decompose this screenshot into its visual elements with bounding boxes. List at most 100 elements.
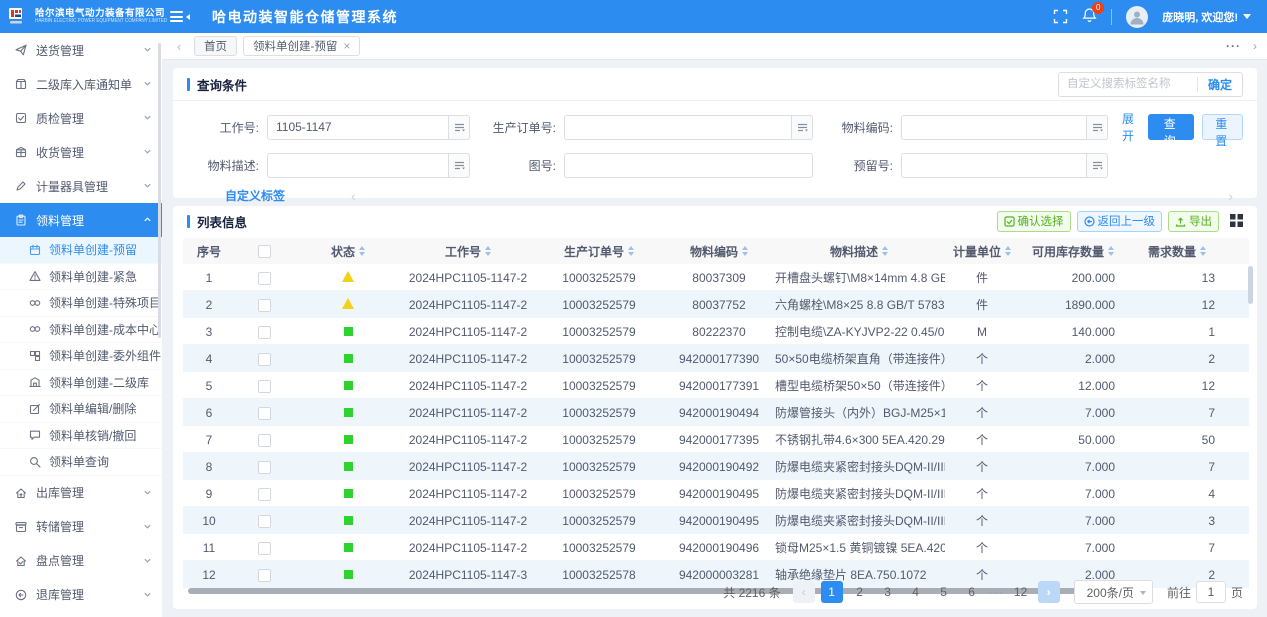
sidebar-item[interactable]: 出库管理 — [0, 476, 162, 510]
page-button-12[interactable]: 12 — [1010, 581, 1032, 603]
custom-tag-name-input[interactable] — [1059, 73, 1197, 96]
col-header-status[interactable]: 状态 — [293, 243, 403, 260]
work-no-input[interactable] — [267, 115, 449, 140]
row-checkbox[interactable] — [258, 380, 271, 393]
prev-page-icon[interactable]: ‹ — [793, 581, 815, 603]
reserve-no-list-icon[interactable] — [1087, 153, 1108, 178]
table-row[interactable]: 102024HPC1105-1147-210003252579942000190… — [183, 507, 1249, 534]
row-checkbox[interactable] — [258, 407, 271, 420]
search-button[interactable]: 查 询 — [1148, 114, 1193, 140]
back-up-level-button[interactable]: 返回上一级 — [1077, 211, 1163, 232]
sidebar-subitem[interactable]: 领料单创建-预留 — [0, 237, 162, 264]
row-checkbox[interactable] — [258, 299, 271, 312]
confirm-select-button[interactable]: 确认选择 — [997, 211, 1071, 232]
order-no-list-icon[interactable] — [792, 115, 813, 140]
column-settings-icon[interactable] — [1229, 213, 1245, 229]
sidebar-item[interactable]: 转储管理 — [0, 510, 162, 544]
sidebar-subitem[interactable]: 领料单创建-委外组件 — [0, 343, 162, 370]
sidebar-item[interactable]: 领料管理 — [0, 203, 162, 237]
row-checkbox[interactable] — [258, 353, 271, 366]
tabs-scroll-left-icon[interactable]: ‹ — [170, 39, 188, 54]
pages-ellipsis[interactable]: ··· — [989, 585, 1004, 599]
material-code-list-icon[interactable] — [1087, 115, 1108, 140]
sidebar-scrollbar[interactable] — [158, 43, 161, 338]
page-button-3[interactable]: 3 — [877, 581, 899, 603]
avatar[interactable] — [1126, 6, 1148, 28]
next-page-icon[interactable]: › — [1038, 581, 1060, 603]
col-header-work-no[interactable]: 工作号 — [403, 243, 533, 260]
table-row[interactable]: 92024HPC1105-1147-2100032525799420001904… — [183, 480, 1249, 507]
row-checkbox[interactable] — [258, 515, 271, 528]
sidebar-item[interactable]: 送货管理 — [0, 33, 162, 67]
material-desc-list-icon[interactable] — [449, 153, 470, 178]
sidebar-subitem[interactable]: 领料单创建-二级库 — [0, 370, 162, 397]
row-checkbox[interactable] — [258, 326, 271, 339]
sidebar-item[interactable]: 质检管理 — [0, 101, 162, 135]
table-row[interactable]: 112024HPC1105-1147-210003252579942000190… — [183, 534, 1249, 561]
tab-material-request-reserve[interactable]: 领料单创建-预留 × — [243, 36, 360, 56]
page-button-5[interactable]: 5 — [933, 581, 955, 603]
table-row[interactable]: 12024HPC1105-1147-21000325257980037309开槽… — [183, 264, 1249, 291]
sidebar-subitem[interactable]: 领料单查询 — [0, 449, 162, 476]
export-button[interactable]: 导出 — [1168, 211, 1219, 232]
sidebar-item[interactable]: 退库管理 — [0, 578, 162, 612]
expand-link[interactable]: 展开 — [1122, 110, 1136, 144]
page-button-6[interactable]: 6 — [961, 581, 983, 603]
table-row[interactable]: 72024HPC1105-1147-2100032525799420001773… — [183, 426, 1249, 453]
tags-scroll-left-icon[interactable]: ‹ — [351, 188, 356, 204]
tabs-more-icon[interactable]: ··· — [1226, 39, 1241, 53]
sidebar-item[interactable]: 计量器具管理 — [0, 169, 162, 203]
work-no-list-icon[interactable] — [449, 115, 470, 140]
row-checkbox[interactable] — [258, 542, 271, 555]
page-button-4[interactable]: 4 — [905, 581, 927, 603]
sort-icon[interactable] — [628, 246, 634, 256]
drawing-no-input[interactable] — [564, 153, 813, 178]
sort-icon[interactable] — [1200, 246, 1206, 256]
sidebar-subitem[interactable]: 领料单创建-成本中心 — [0, 317, 162, 344]
table-row[interactable]: 52024HPC1105-1147-2100032525799420001773… — [183, 372, 1249, 399]
row-checkbox[interactable] — [258, 569, 271, 582]
sidebar-subitem[interactable]: 领料单编辑/删除 — [0, 396, 162, 423]
row-checkbox[interactable] — [258, 461, 271, 474]
reserve-no-input[interactable] — [901, 153, 1087, 178]
sidebar-collapse-icon[interactable] — [170, 11, 190, 22]
sidebar-item[interactable]: 收货管理 — [0, 135, 162, 169]
sort-icon[interactable] — [1005, 246, 1011, 256]
user-greeting[interactable]: 庞晓明, 欢迎您! — [1162, 9, 1251, 25]
page-button-2[interactable]: 2 — [849, 581, 871, 603]
sort-icon[interactable] — [742, 246, 748, 256]
sort-icon[interactable] — [1108, 246, 1114, 256]
sidebar-item[interactable]: 二级库入库通知单 — [0, 67, 162, 101]
material-code-input[interactable] — [901, 115, 1087, 140]
col-header-material-code[interactable]: 物料编码 — [665, 243, 773, 260]
row-checkbox[interactable] — [258, 488, 271, 501]
sort-icon[interactable] — [485, 246, 491, 256]
row-checkbox[interactable] — [258, 272, 271, 285]
tab-home[interactable]: 首页 — [194, 36, 237, 56]
fullscreen-icon[interactable] — [1053, 9, 1068, 24]
custom-tag-link[interactable]: 自定义标签 — [225, 187, 285, 204]
row-checkbox[interactable] — [258, 434, 271, 447]
material-desc-input[interactable] — [267, 153, 449, 178]
table-row[interactable]: 32024HPC1105-1147-21000325257980222370控制… — [183, 318, 1249, 345]
table-row[interactable]: 22024HPC1105-1147-21000325257980037752六角… — [183, 291, 1249, 318]
col-header-order-no[interactable]: 生产订单号 — [533, 243, 665, 260]
tags-scroll-right-icon[interactable]: › — [1228, 188, 1233, 204]
table-row[interactable]: 62024HPC1105-1147-2100032525799420001904… — [183, 399, 1249, 426]
col-header-material-desc[interactable]: 物料描述 — [773, 243, 945, 260]
tab-close-icon[interactable]: × — [343, 40, 350, 52]
page-button-1[interactable]: 1 — [821, 581, 843, 603]
sidebar-item[interactable]: 盘点管理 — [0, 544, 162, 578]
tag-confirm-button[interactable]: 确定 — [1198, 76, 1242, 93]
sidebar-subitem[interactable]: 领料单创建-紧急 — [0, 264, 162, 291]
sidebar-subitem[interactable]: 领料单核销/撤回 — [0, 423, 162, 450]
page-size-select[interactable]: 200条/页 — [1074, 580, 1153, 604]
sort-icon[interactable] — [882, 246, 888, 256]
col-header-stock[interactable]: 可用库存数量 — [1019, 243, 1127, 260]
col-header-demand[interactable]: 需求数量 — [1127, 243, 1227, 260]
col-header-unit[interactable]: 计量单位 — [945, 243, 1019, 260]
table-row[interactable]: 42024HPC1105-1147-2100032525799420001773… — [183, 345, 1249, 372]
select-all-checkbox[interactable] — [258, 245, 271, 258]
order-no-input[interactable] — [564, 115, 792, 140]
reset-button[interactable]: 重 置 — [1202, 114, 1243, 140]
